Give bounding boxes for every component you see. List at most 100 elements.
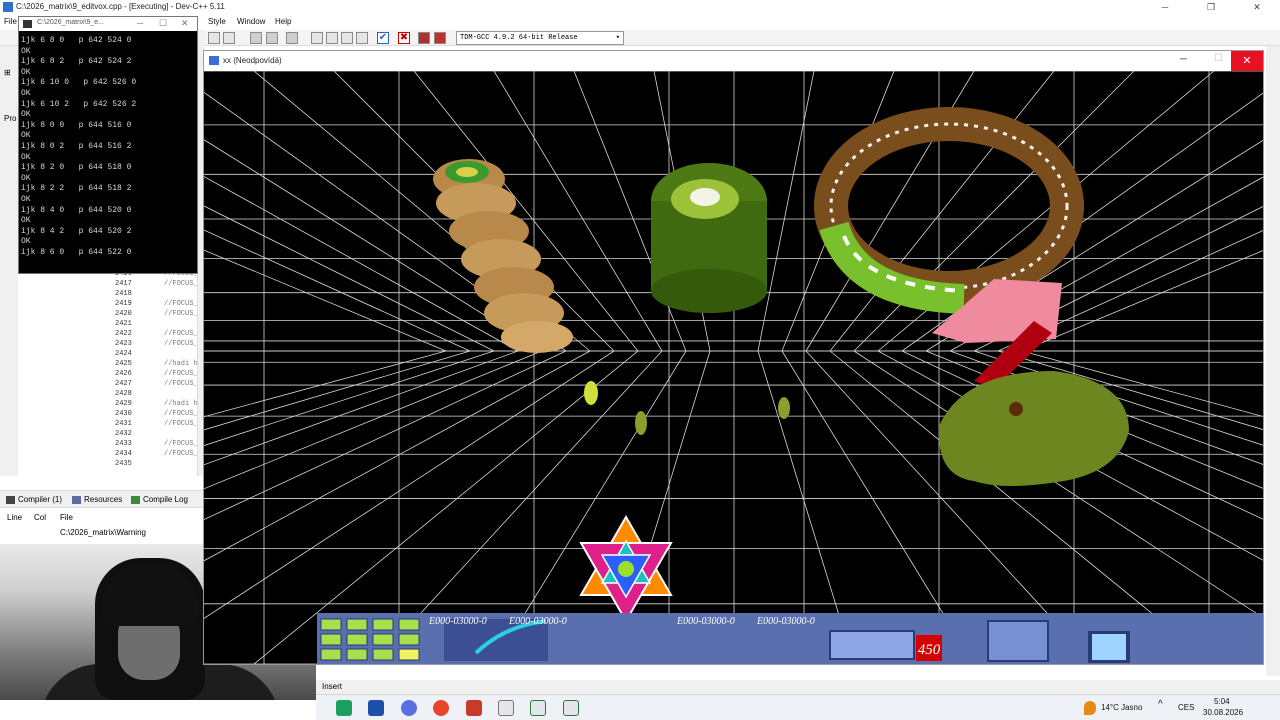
hud-grid-button[interactable] bbox=[346, 633, 368, 646]
table-icon[interactable] bbox=[341, 32, 353, 44]
print-icon[interactable] bbox=[223, 32, 235, 44]
hud-grid-button[interactable] bbox=[320, 633, 342, 646]
devcpp-taskbar-icon[interactable] bbox=[336, 700, 352, 716]
app-taskbar-icon[interactable] bbox=[466, 700, 482, 716]
line-number: 2428 bbox=[115, 390, 132, 398]
compiler-select[interactable]: TDM-GCC 4.9.2 64-bit Release ▾ bbox=[456, 31, 624, 45]
column-file[interactable]: File bbox=[60, 513, 73, 522]
line-number: 2419 bbox=[115, 300, 132, 308]
menu-help[interactable]: Help bbox=[275, 17, 291, 26]
window-taskbar-icon-2[interactable] bbox=[563, 700, 579, 716]
bottom-tabs: Compiler (1) Resources Compile Log bbox=[0, 490, 206, 508]
console-window: C:\2026_matrix\9_e... ─ ☐ ✕ ijk 6 8 0 p … bbox=[18, 16, 198, 274]
debug-icon[interactable] bbox=[434, 32, 446, 44]
word-taskbar-icon[interactable] bbox=[368, 700, 384, 716]
column-line[interactable]: Line bbox=[7, 513, 22, 522]
code-line[interactable]: 2424 bbox=[112, 350, 204, 360]
hud-grid-button[interactable] bbox=[320, 618, 342, 631]
compiler-messages-table: Line Col File C:\2026_matrix\Warning bbox=[0, 508, 206, 544]
tab-resources[interactable]: Resources bbox=[72, 495, 122, 504]
line-number: 2433 bbox=[115, 440, 132, 448]
hud-house-icon[interactable] bbox=[987, 620, 1049, 662]
check-icon[interactable]: ✔ bbox=[377, 32, 389, 44]
menu-style[interactable]: Style bbox=[208, 17, 226, 26]
restore-button[interactable]: ❐ bbox=[1188, 0, 1234, 14]
grid-view-icon[interactable] bbox=[311, 32, 323, 44]
minimize-button[interactable]: ─ bbox=[1142, 0, 1188, 14]
code-line[interactable]: 2433 //FOCUS_ bbox=[112, 440, 204, 450]
hud-grid-button[interactable] bbox=[398, 633, 420, 646]
code-text: //FOCUS_ bbox=[164, 440, 198, 448]
console-line: OK bbox=[21, 131, 31, 141]
chevron-up-icon[interactable]: ^ bbox=[1158, 699, 1163, 710]
console-close-button[interactable]: ✕ bbox=[181, 18, 189, 29]
hud-grid-button[interactable] bbox=[372, 648, 394, 661]
editor-code-area[interactable]: 2416//FOCUS_ 2417//FOCUS_ 2418 2419//FOCUS_… bbox=[112, 270, 204, 476]
code-line[interactable]: 2421 bbox=[112, 320, 204, 330]
code-line[interactable]: 2426 //FOCUS_ bbox=[112, 370, 204, 380]
code-line[interactable]: 2428 bbox=[112, 390, 204, 400]
console-line: OK bbox=[21, 46, 31, 56]
game-viewport[interactable]: 450 E000-03000-0 E000-03000-0 E000-03000… bbox=[204, 71, 1263, 664]
menu-window[interactable]: Window bbox=[237, 17, 265, 26]
classes-tab[interactable]: ⊞ bbox=[4, 68, 11, 77]
column-col[interactable]: Col bbox=[34, 513, 46, 522]
code-line[interactable]: 2420 //FOCUS_ bbox=[112, 310, 204, 320]
hud-map-screen[interactable] bbox=[1092, 634, 1126, 660]
new-file-icon[interactable] bbox=[208, 32, 220, 44]
hud-grid-button[interactable] bbox=[320, 648, 342, 661]
right-scrollbar[interactable] bbox=[1266, 46, 1280, 676]
code-line[interactable]: 2427 //FOCUS_ bbox=[112, 380, 204, 390]
voxel-scene[interactable]: 450 E000-03000-0 E000-03000-0 E000-03000… bbox=[204, 71, 1263, 664]
clock-time[interactable]: 5:04 bbox=[1214, 697, 1230, 706]
clock-date[interactable]: 30.08.2026 bbox=[1203, 708, 1243, 717]
hud-grid-button[interactable] bbox=[372, 618, 394, 631]
hud-keypad[interactable] bbox=[829, 630, 915, 660]
weather-text[interactable]: 14°C Jasno bbox=[1101, 703, 1142, 712]
bookmark-icon[interactable] bbox=[286, 32, 298, 44]
hud-grid-button[interactable] bbox=[346, 618, 368, 631]
code-line[interactable]: 2435 bbox=[112, 460, 204, 470]
stop-icon[interactable]: ✖ bbox=[398, 32, 410, 44]
hud-grid-button[interactable] bbox=[398, 618, 420, 631]
code-line[interactable]: 2423 //FOCUS_ bbox=[112, 340, 204, 350]
code-line[interactable]: 2430 //FOCUS_ bbox=[112, 410, 204, 420]
arrow-left-icon[interactable] bbox=[250, 32, 262, 44]
chrome-alt-taskbar-icon[interactable] bbox=[401, 700, 417, 716]
window-icon[interactable] bbox=[326, 32, 338, 44]
game-minimize-button[interactable]: ─ bbox=[1180, 54, 1187, 65]
arrow-right-icon[interactable] bbox=[266, 32, 278, 44]
green-cylinder-object bbox=[651, 163, 767, 313]
line-number: 2424 bbox=[115, 350, 132, 358]
hud-grid-button[interactable] bbox=[372, 633, 394, 646]
explorer-taskbar-icon[interactable] bbox=[498, 700, 514, 716]
code-line[interactable]: 2422 //FOCUS_ bbox=[112, 330, 204, 340]
window-taskbar-icon-1[interactable] bbox=[530, 700, 546, 716]
code-line[interactable]: 2425 //hadi h bbox=[112, 360, 204, 370]
code-text: //FOCUS_ bbox=[164, 380, 198, 388]
tab-compile-log[interactable]: Compile Log bbox=[131, 495, 188, 504]
hud-grid-button[interactable] bbox=[398, 648, 420, 661]
project-tab[interactable]: Pro bbox=[4, 114, 16, 123]
close-button[interactable]: ✕ bbox=[1234, 0, 1280, 14]
code-line[interactable]: 2417 //FOCUS_ bbox=[112, 280, 204, 290]
game-maximize-button[interactable]: ☐ bbox=[1214, 53, 1223, 64]
menu-file[interactable]: File bbox=[4, 17, 17, 26]
code-line[interactable]: 2431 //FOCUS_ bbox=[112, 420, 204, 430]
chart-icon[interactable] bbox=[418, 32, 430, 44]
tab-compiler[interactable]: Compiler (1) bbox=[6, 495, 62, 504]
hud-grid-button[interactable] bbox=[346, 648, 368, 661]
code-line[interactable]: 2429 //hadi h bbox=[112, 400, 204, 410]
console-minimize-button[interactable]: ─ bbox=[137, 18, 143, 28]
console-maximize-button[interactable]: ☐ bbox=[159, 18, 167, 29]
code-line[interactable]: 2434 //FOCUS_ bbox=[112, 450, 204, 460]
code-line[interactable]: 2419 //FOCUS_ bbox=[112, 300, 204, 310]
console-line: ijk 8 0 0 p 644 516 0 bbox=[21, 120, 132, 130]
message-row[interactable]: C:\2026_matrix\Warning bbox=[60, 528, 146, 537]
code-line[interactable]: 2432 bbox=[112, 430, 204, 440]
language-indicator[interactable]: CES bbox=[1178, 703, 1194, 712]
tile-icon[interactable] bbox=[356, 32, 368, 44]
code-line[interactable]: 2418 bbox=[112, 290, 204, 300]
chrome-taskbar-icon[interactable] bbox=[433, 700, 449, 716]
game-close-button[interactable]: ✕ bbox=[1231, 51, 1263, 71]
